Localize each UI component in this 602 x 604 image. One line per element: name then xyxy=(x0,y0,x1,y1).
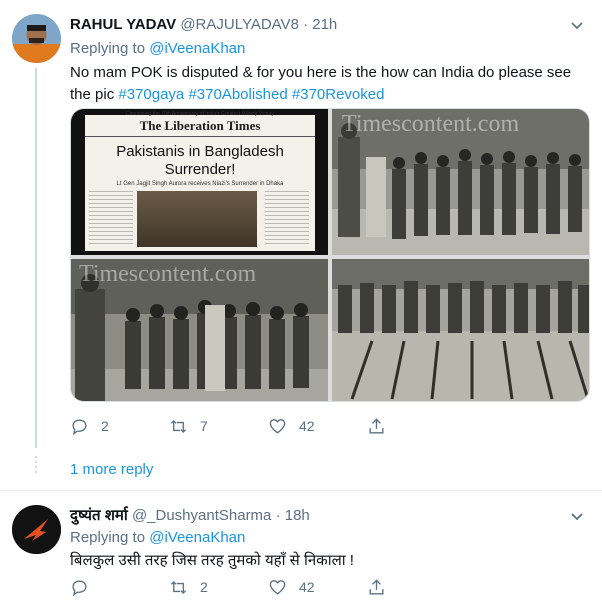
thread-line xyxy=(35,68,37,448)
timestamp[interactable]: 18h xyxy=(285,507,310,524)
retweet-count: 7 xyxy=(200,418,208,434)
mention-link[interactable]: @iVeenaKhan xyxy=(149,529,245,546)
watermark: Timescontent.com xyxy=(342,111,520,137)
watermark: Timescontent.com xyxy=(79,261,257,287)
like-button[interactable]: 42 xyxy=(268,415,315,437)
separator-dot: · xyxy=(275,507,281,524)
tweet-header: दुष्यंत शर्मा @_DushyantSharma · 18h xyxy=(70,505,310,525)
media-image-surrender-1[interactable]: Timescontent.com xyxy=(332,109,589,255)
hashtag-370gaya[interactable]: #370gaya xyxy=(118,86,184,103)
tweet-text: No mam POK is disputed & for you here is… xyxy=(70,62,588,106)
reply-icon xyxy=(72,418,87,435)
share-button[interactable] xyxy=(367,576,386,598)
like-icon xyxy=(269,418,286,434)
avatar[interactable] xyxy=(12,14,61,63)
media-grid: Connecting the 70th Anniversary of India… xyxy=(70,108,590,402)
avatar[interactable] xyxy=(12,505,61,554)
like-count: 42 xyxy=(299,418,315,434)
like-count: 42 xyxy=(299,579,315,595)
replying-to: Replying to @iVeenaKhan xyxy=(70,40,245,57)
like-button[interactable]: 42 xyxy=(268,576,315,598)
like-icon xyxy=(269,579,286,595)
reply-count: 2 xyxy=(101,418,109,434)
replying-prefix: Replying to xyxy=(70,40,146,57)
replying-prefix: Replying to xyxy=(70,529,146,546)
newspaper-headline: Pakistanis in Bangladesh Surrender! xyxy=(116,143,284,178)
user-handle[interactable]: @_DushyantSharma xyxy=(132,507,271,524)
reply-tweet[interactable]: RAHUL YADAV @RAJULYADAV8 · 21h Replying … xyxy=(0,0,602,488)
chevron-down-icon xyxy=(571,513,583,521)
display-name[interactable]: दुष्यंत शर्मा xyxy=(70,507,128,524)
share-button[interactable] xyxy=(367,415,386,437)
more-options-button[interactable] xyxy=(566,505,588,527)
replying-to: Replying to @iVeenaKhan xyxy=(70,529,245,546)
weapons-laid-photo xyxy=(332,259,589,401)
newspaper-photo xyxy=(137,191,257,247)
retweet-count: 2 xyxy=(200,579,208,595)
tweet-actions: 2 42 xyxy=(70,576,490,598)
more-options-button[interactable] xyxy=(566,14,588,36)
media-image-newspaper[interactable]: Connecting the 70th Anniversary of India… xyxy=(71,109,328,255)
newspaper-column xyxy=(265,191,309,247)
retweet-icon xyxy=(170,419,187,433)
media-image-surrender-3[interactable] xyxy=(332,259,589,401)
newspaper-clipping: Connecting the 70th Anniversary of India… xyxy=(85,111,315,251)
reply-icon xyxy=(72,579,87,596)
timestamp[interactable]: 21h xyxy=(312,16,337,33)
retweet-icon xyxy=(170,580,187,594)
newspaper-subhead: Lt Gen Jagjit Singh Aurora receives Niaz… xyxy=(116,181,284,187)
tweet-text: बिलकुल उसी तरह जिस तरह तुमको यहाँ से निक… xyxy=(70,552,354,569)
reply-tweet[interactable]: दुष्यंत शर्मा @_DushyantSharma · 18h Rep… xyxy=(0,490,602,604)
display-name[interactable]: RAHUL YADAV xyxy=(70,16,176,33)
tweet-actions: 2 7 42 xyxy=(70,415,490,437)
media-image-surrender-2[interactable]: Timescontent.com xyxy=(71,259,328,401)
share-icon xyxy=(369,417,384,434)
reply-button[interactable] xyxy=(70,576,101,598)
retweet-button[interactable]: 2 xyxy=(169,576,208,598)
share-icon xyxy=(369,578,384,595)
tweet-header: RAHUL YADAV @RAJULYADAV8 · 21h xyxy=(70,16,337,33)
newspaper-masthead: The Liberation Times xyxy=(85,115,315,137)
newspaper-column xyxy=(89,191,133,247)
show-more-replies-link[interactable]: 1 more reply xyxy=(70,461,153,478)
separator-dot: · xyxy=(303,16,309,33)
hashtag-370revoked[interactable]: #370Revoked xyxy=(292,86,385,103)
user-handle[interactable]: @RAJULYADAV8 xyxy=(180,16,299,33)
mention-link[interactable]: @iVeenaKhan xyxy=(149,40,245,57)
retweet-button[interactable]: 7 xyxy=(169,415,208,437)
thread-dots xyxy=(33,456,39,476)
hashtag-370abolished[interactable]: #370Abolished xyxy=(188,86,287,103)
reply-button[interactable]: 2 xyxy=(70,415,109,437)
chevron-down-icon xyxy=(571,22,583,30)
